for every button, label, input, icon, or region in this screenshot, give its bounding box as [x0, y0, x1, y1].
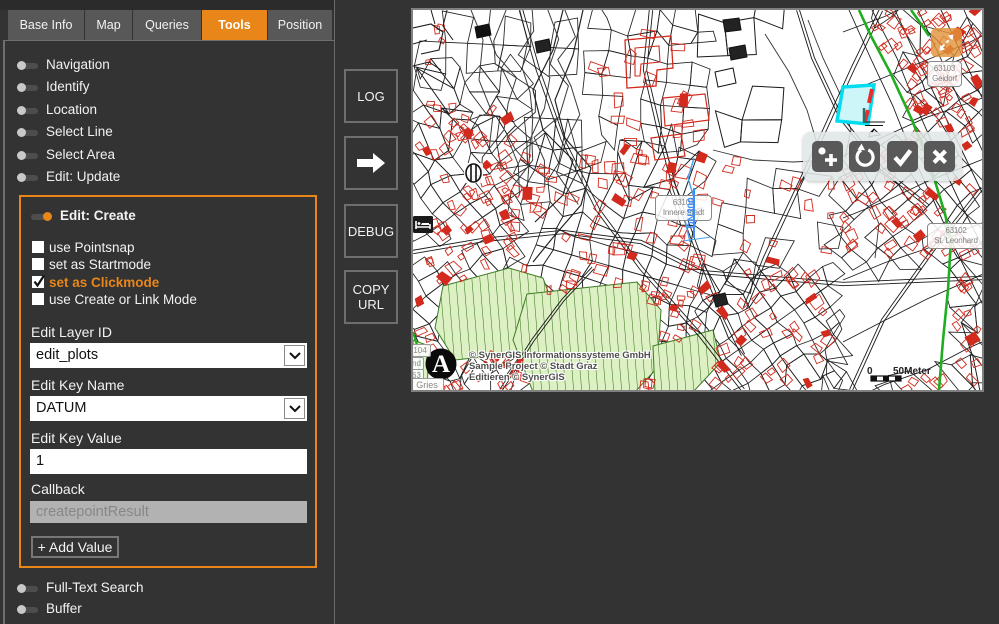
svg-text:50Meter: 50Meter — [893, 366, 931, 377]
svg-text:A: A — [432, 351, 450, 378]
svg-text:0: 0 — [867, 366, 873, 377]
